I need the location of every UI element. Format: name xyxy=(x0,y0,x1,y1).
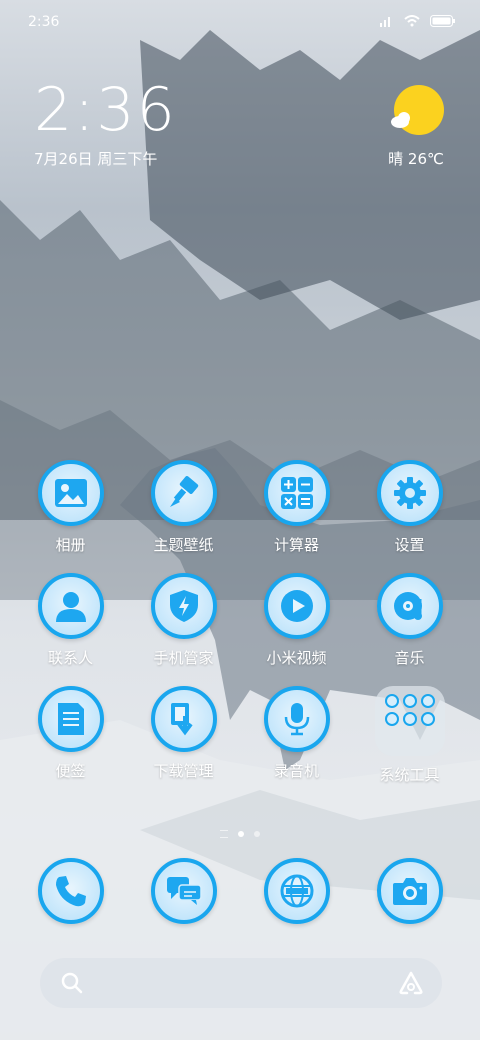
dock-camera[interactable] xyxy=(353,858,466,924)
app-music[interactable]: 音乐 xyxy=(353,573,466,668)
app-grid: 相册 主题壁纸 计算器 设置 联系人 手机管家 小米视频 音乐 便签 下载管理 … xyxy=(14,460,466,785)
search-icon[interactable] xyxy=(60,971,84,999)
microphone-icon xyxy=(263,686,330,752)
app-label: 相册 xyxy=(55,536,86,554)
play-icon xyxy=(263,573,330,639)
status-icons xyxy=(380,12,456,31)
brush-icon xyxy=(150,460,217,526)
page-dot-active xyxy=(238,831,244,837)
app-label: 小米视频 xyxy=(266,649,327,667)
notes-icon xyxy=(37,686,104,752)
search-bar[interactable] xyxy=(40,958,442,1008)
page-dot xyxy=(254,831,260,837)
status-bar: 2:36 xyxy=(0,0,480,44)
app-label: 手机管家 xyxy=(153,649,214,667)
clock-date: 7月26日 周三下午 xyxy=(34,150,158,168)
music-icon xyxy=(376,573,443,639)
folder-mini-app-icon xyxy=(402,694,417,708)
weather-widget[interactable]: 晴 26℃ xyxy=(386,84,446,169)
signal-icon xyxy=(380,12,394,31)
app-recorder[interactable]: 录音机 xyxy=(240,686,353,785)
app-themes[interactable]: 主题壁纸 xyxy=(127,460,240,555)
clock-widget[interactable]: 2:36 7月26日 周三下午 xyxy=(34,80,177,169)
status-time: 2:36 xyxy=(28,14,60,30)
sunny-weather-icon xyxy=(388,85,444,142)
app-calculator[interactable]: 计算器 xyxy=(240,460,353,555)
gallery-icon xyxy=(37,460,104,526)
app-label: 计算器 xyxy=(273,536,319,554)
folder-mini-app-icon xyxy=(384,712,399,726)
voice-assistant-icon[interactable] xyxy=(398,970,424,1000)
app-folder-system-tools[interactable]: 系统工具 xyxy=(353,686,466,785)
folder-mini-app-icon xyxy=(402,712,417,726)
dock xyxy=(14,858,466,924)
app-settings[interactable]: 设置 xyxy=(353,460,466,555)
battery-icon xyxy=(430,12,456,31)
dock-messages[interactable] xyxy=(127,858,240,924)
app-label: 录音机 xyxy=(273,762,319,780)
app-contacts[interactable]: 联系人 xyxy=(14,573,127,668)
folder-mini-app-icon xyxy=(384,694,399,708)
download-icon xyxy=(150,686,217,752)
dock-browser[interactable] xyxy=(240,858,353,924)
contacts-icon xyxy=(37,573,104,639)
gear-icon xyxy=(376,460,443,526)
app-label: 设置 xyxy=(394,536,425,554)
app-notes[interactable]: 便签 xyxy=(14,686,127,785)
minus-one-screen-indicator xyxy=(220,830,228,838)
folder-icon xyxy=(374,686,445,756)
app-label: 系统工具 xyxy=(379,766,440,784)
app-security[interactable]: 手机管家 xyxy=(127,573,240,668)
app-label: 音乐 xyxy=(394,649,425,667)
page-indicator[interactable] xyxy=(0,830,480,838)
browser-icon xyxy=(263,858,330,924)
weather-text: 晴 26℃ xyxy=(388,150,444,168)
messages-icon xyxy=(150,858,217,924)
app-label: 主题壁纸 xyxy=(153,536,214,554)
wifi-icon xyxy=(404,12,420,31)
app-label: 便签 xyxy=(55,762,86,780)
camera-icon xyxy=(376,858,443,924)
clock-time: 2:36 xyxy=(34,75,177,145)
app-label: 联系人 xyxy=(47,649,93,667)
app-gallery[interactable]: 相册 xyxy=(14,460,127,555)
phone-icon xyxy=(37,858,104,924)
app-mi-video[interactable]: 小米视频 xyxy=(240,573,353,668)
folder-mini-app-icon xyxy=(420,712,435,726)
security-shield-icon xyxy=(150,573,217,639)
app-downloads[interactable]: 下载管理 xyxy=(127,686,240,785)
calculator-icon xyxy=(263,460,330,526)
folder-mini-app-icon xyxy=(420,694,435,708)
dock-phone[interactable] xyxy=(14,858,127,924)
app-label: 下载管理 xyxy=(153,762,214,780)
